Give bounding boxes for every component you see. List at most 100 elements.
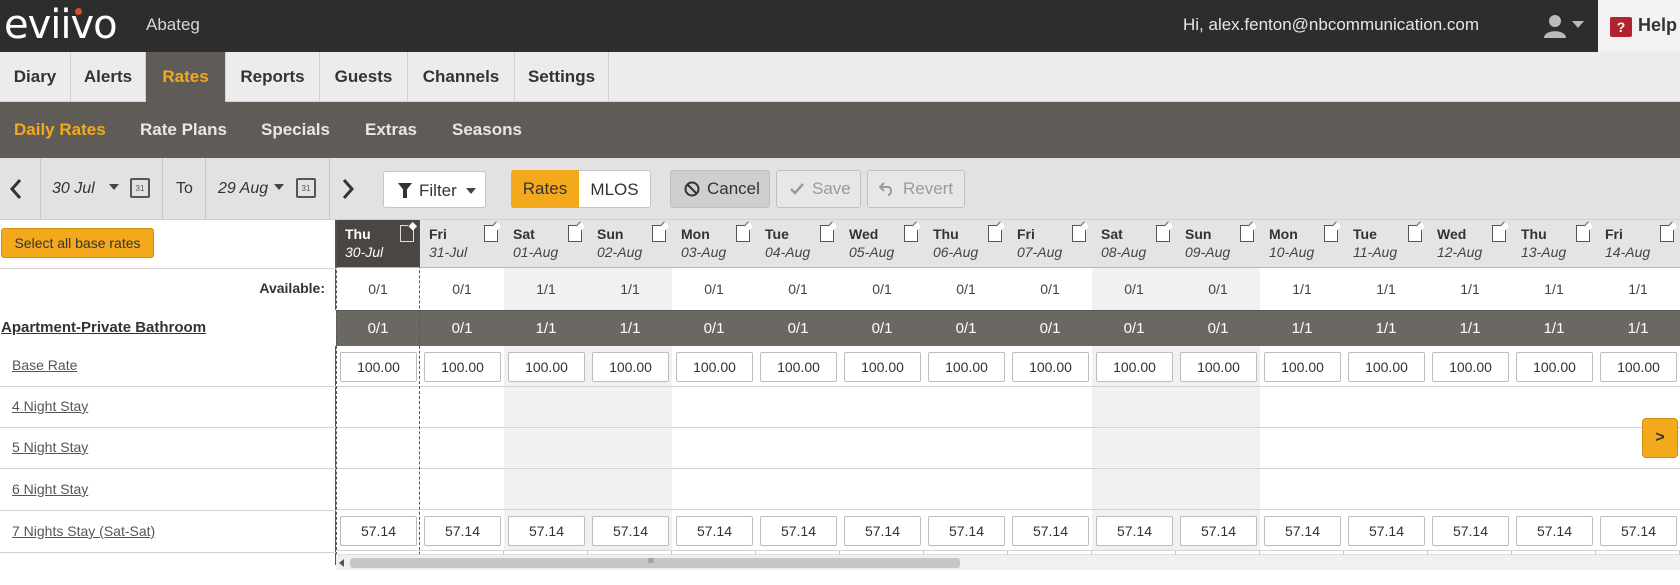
rate-cell[interactable]: 57.14 (1260, 510, 1344, 551)
rate-cell[interactable] (420, 469, 504, 510)
rate-cell[interactable] (1008, 428, 1092, 469)
base-rate-input[interactable]: 100.00 (1012, 352, 1089, 382)
rate-cell[interactable]: 57.14 (336, 510, 420, 551)
calendar-icon[interactable]: 31 (296, 178, 316, 198)
rate-cell[interactable]: 100.00 (588, 346, 672, 387)
rate-cell[interactable] (1344, 387, 1428, 428)
base-rate-input[interactable]: 100.00 (592, 352, 669, 382)
rate-cell[interactable]: 100.00 (924, 346, 1008, 387)
rate-cell[interactable] (336, 387, 420, 428)
rate-cell[interactable]: 100.00 (1176, 346, 1260, 387)
edit-day-icon[interactable] (1576, 225, 1590, 242)
rate-cell[interactable]: 57.14 (1512, 510, 1596, 551)
seven-night-rate-input[interactable]: 57.14 (340, 516, 417, 546)
cancel-button[interactable]: Cancel (670, 170, 770, 208)
select-all-base-rates-button[interactable]: Select all base rates (1, 228, 154, 258)
scrollbar-thumb[interactable] (350, 558, 960, 568)
rate-cell[interactable] (1344, 469, 1428, 510)
base-rate-input[interactable]: 100.00 (1600, 352, 1677, 382)
rate-cell[interactable] (756, 387, 840, 428)
rate-cell[interactable] (1596, 469, 1680, 510)
rate-cell[interactable] (1512, 469, 1596, 510)
base-rate-input[interactable]: 100.00 (508, 352, 585, 382)
rate-cell[interactable] (1176, 469, 1260, 510)
prev-arrow-icon[interactable] (6, 176, 26, 202)
edit-day-icon[interactable] (484, 225, 498, 242)
property-name[interactable]: Abateg (146, 15, 200, 35)
rate-cell[interactable] (504, 469, 588, 510)
rate-cell[interactable]: 57.14 (840, 510, 924, 551)
rate-cell[interactable]: 100.00 (1092, 346, 1176, 387)
rate-cell[interactable] (1428, 387, 1512, 428)
rate-cell[interactable] (924, 469, 1008, 510)
rate-cell[interactable]: 57.14 (1596, 510, 1680, 551)
rate-cell[interactable]: 57.14 (924, 510, 1008, 551)
rate-cell[interactable]: 57.14 (1428, 510, 1512, 551)
rate-cell[interactable]: 100.00 (1008, 346, 1092, 387)
seven-night-rate-input[interactable]: 57.14 (424, 516, 501, 546)
rate-cell[interactable] (1008, 469, 1092, 510)
rate-cell[interactable]: 57.14 (672, 510, 756, 551)
seven-night-rate-input[interactable]: 57.14 (1264, 516, 1341, 546)
base-rate-input[interactable]: 100.00 (424, 352, 501, 382)
chevron-down-icon[interactable] (109, 184, 119, 190)
edit-day-icon[interactable] (1072, 225, 1086, 242)
tab-settings[interactable]: Settings (515, 52, 609, 102)
rate-cell[interactable]: 100.00 (672, 346, 756, 387)
edit-day-icon[interactable] (904, 225, 918, 242)
seven-night-rate-input[interactable]: 57.14 (1600, 516, 1677, 546)
rate-cell[interactable]: 100.00 (336, 346, 420, 387)
filter-button[interactable]: Filter (383, 171, 486, 208)
base-rate-input[interactable]: 100.00 (1096, 352, 1173, 382)
edit-day-icon[interactable] (400, 225, 414, 242)
view-mlos-toggle[interactable]: MLOS (579, 170, 651, 208)
rate-cell[interactable] (1176, 387, 1260, 428)
base-rate-input[interactable]: 100.00 (1180, 352, 1257, 382)
user-greeting[interactable]: Hi, alex.fenton@nbcommunication.com (1183, 15, 1479, 35)
seven-night-rate-input[interactable]: 57.14 (928, 516, 1005, 546)
subnav-daily-rates[interactable]: Daily Rates (14, 102, 106, 158)
seven-night-rate-input[interactable]: 57.14 (1516, 516, 1593, 546)
rate-cell[interactable]: 100.00 (1428, 346, 1512, 387)
calendar-icon[interactable]: 31 (130, 178, 150, 198)
rate-cell[interactable] (1260, 387, 1344, 428)
edit-day-icon[interactable] (1324, 225, 1338, 242)
rate-cell[interactable] (420, 428, 504, 469)
base-rate-input[interactable]: 100.00 (928, 352, 1005, 382)
rate-cell[interactable] (1176, 428, 1260, 469)
rate-plan-link-6-night[interactable]: 6 Night Stay (12, 481, 88, 497)
rate-cell[interactable] (1512, 387, 1596, 428)
next-page-button[interactable]: > (1642, 418, 1678, 458)
help-button[interactable]: ? Help (1598, 0, 1680, 52)
from-date-select[interactable]: 30 Jul (52, 180, 95, 198)
seven-night-rate-input[interactable]: 57.14 (844, 516, 921, 546)
to-date-select[interactable]: 29 Aug (218, 180, 268, 198)
rate-cell[interactable] (588, 469, 672, 510)
base-rate-input[interactable]: 100.00 (760, 352, 837, 382)
edit-day-icon[interactable] (820, 225, 834, 242)
rate-cell[interactable] (336, 469, 420, 510)
rate-cell[interactable] (840, 428, 924, 469)
tab-rates[interactable]: Rates (146, 52, 226, 102)
rate-cell[interactable]: 100.00 (756, 346, 840, 387)
chevron-down-icon[interactable] (274, 184, 284, 190)
rate-cell[interactable] (504, 428, 588, 469)
rate-cell[interactable] (1260, 428, 1344, 469)
seven-night-rate-input[interactable]: 57.14 (676, 516, 753, 546)
next-arrow-icon[interactable] (338, 176, 358, 202)
tab-diary[interactable]: Diary (0, 52, 71, 102)
base-rate-input[interactable]: 100.00 (340, 352, 417, 382)
rate-cell[interactable] (1512, 428, 1596, 469)
seven-night-rate-input[interactable]: 57.14 (1348, 516, 1425, 546)
base-rate-input[interactable]: 100.00 (1516, 352, 1593, 382)
rate-cell[interactable] (336, 428, 420, 469)
edit-day-icon[interactable] (1156, 225, 1170, 242)
rate-cell[interactable]: 100.00 (1596, 346, 1680, 387)
seven-night-rate-input[interactable]: 57.14 (1432, 516, 1509, 546)
tab-guests[interactable]: Guests (320, 52, 408, 102)
save-button[interactable]: Save (776, 170, 861, 208)
seven-night-rate-input[interactable]: 57.14 (1096, 516, 1173, 546)
rate-cell[interactable] (1344, 428, 1428, 469)
tab-alerts[interactable]: Alerts (71, 52, 146, 102)
subnav-rate-plans[interactable]: Rate Plans (140, 102, 227, 158)
